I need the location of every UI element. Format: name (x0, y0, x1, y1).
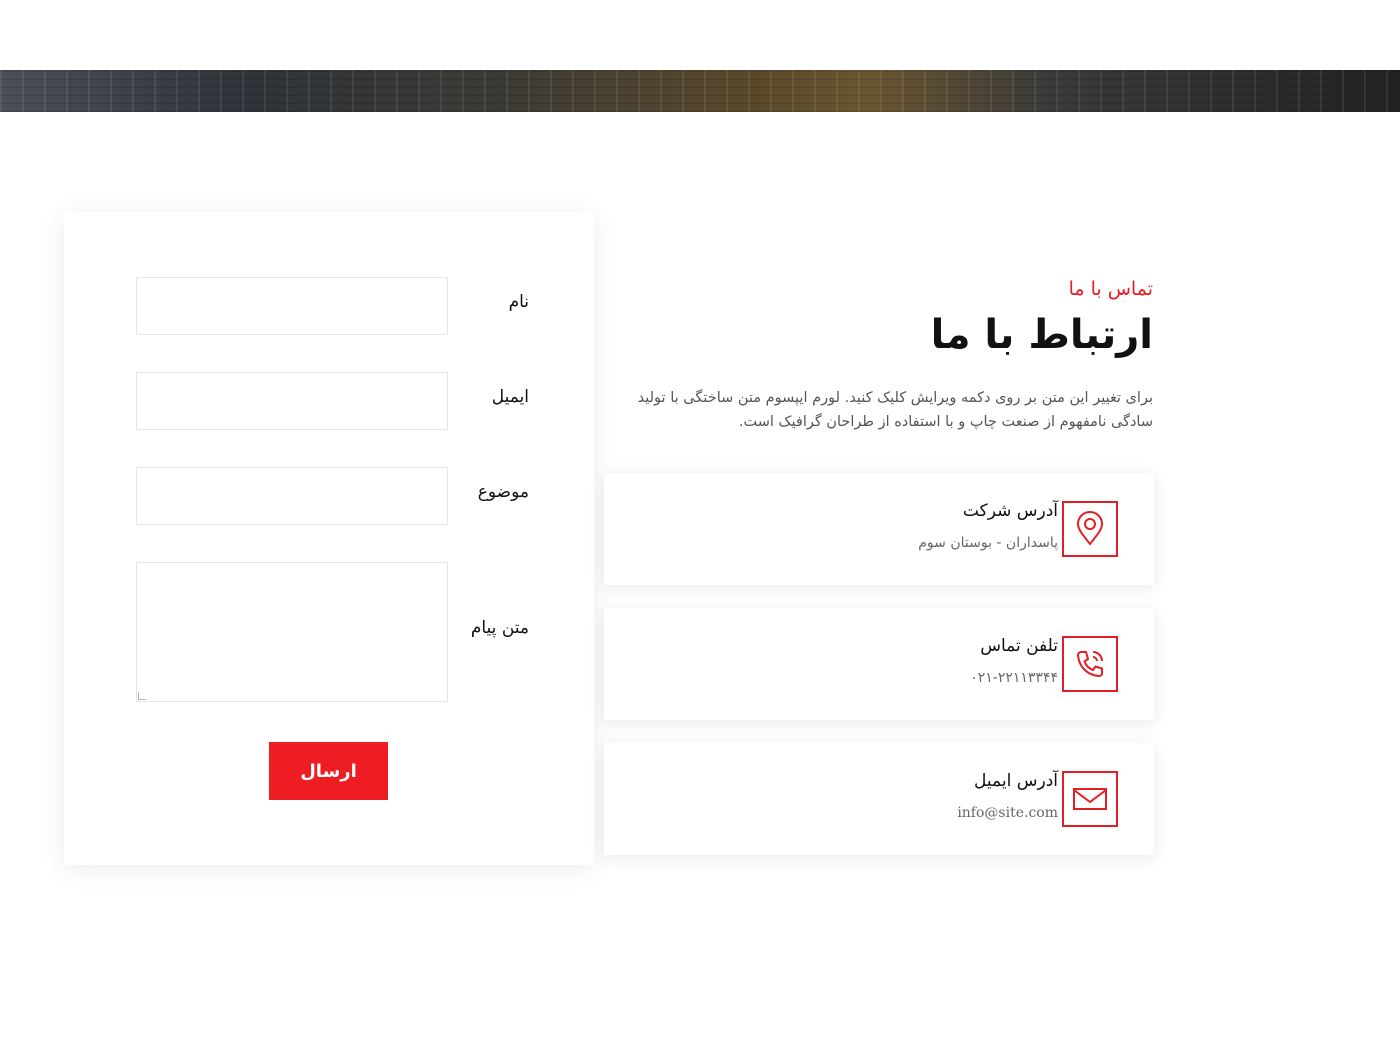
mail-icon (1062, 771, 1118, 827)
phone-title: تلفن تماس (980, 636, 1058, 656)
message-textarea[interactable] (136, 562, 448, 702)
phone-value[interactable]: ۰۲۱-۲۲۱۱۳۳۴۴ (970, 670, 1058, 686)
address-title: آدرس شرکت (962, 501, 1058, 521)
section-subtitle: تماس با ما (1068, 278, 1153, 300)
name-label: نام (508, 292, 529, 312)
page-title: ارتباط با ما (930, 312, 1153, 358)
header-banner-image (0, 70, 1400, 112)
email-title: آدرس ایمیل (974, 771, 1058, 791)
submit-button[interactable]: ارسال (269, 742, 388, 800)
phone-card: تلفن تماس ۰۲۱-۲۲۱۱۳۳۴۴ (604, 608, 1154, 720)
location-pin-icon (1062, 501, 1118, 557)
address-value: پاسداران - بوستان سوم (918, 535, 1058, 551)
address-card: آدرس شرکت پاسداران - بوستان سوم (604, 473, 1154, 585)
phone-icon (1062, 636, 1118, 692)
email-card: آدرس ایمیل info@site.com (604, 743, 1154, 855)
subject-label: موضوع (477, 482, 529, 502)
message-label: متن پیام (470, 618, 529, 638)
email-value[interactable]: info@site.com (957, 805, 1058, 821)
email-label: ایمیل (491, 387, 529, 407)
subject-input[interactable] (136, 467, 448, 525)
name-input[interactable] (136, 277, 448, 335)
contact-form: نام ایمیل موضوع متن پیام ارسال (64, 212, 594, 865)
email-input[interactable] (136, 372, 448, 430)
section-description: برای تغییر این متن بر روی دکمه ویرایش کل… (637, 390, 1153, 430)
